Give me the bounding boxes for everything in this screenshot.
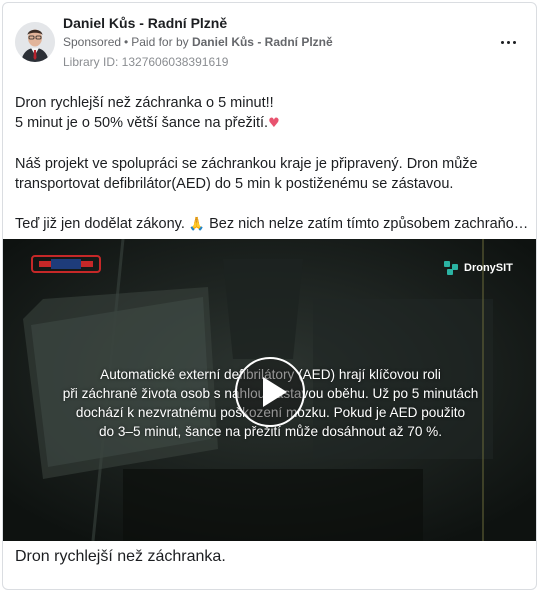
drone-logo-icon: [444, 261, 458, 275]
more-dot-icon: [506, 40, 510, 44]
post-text: Dron rychlejší než záchranka o 5 minut!!…: [15, 93, 530, 235]
profile-photo: [15, 22, 55, 62]
paid-for-prefix: Paid for by: [131, 35, 189, 49]
avatar[interactable]: [15, 22, 55, 62]
more-options-button[interactable]: [495, 33, 521, 51]
ad-card: Daniel Kůs - Radní Plzně Sponsored • Paid …: [2, 2, 537, 590]
post-line-text: 5 minut je o 50% větší šance na přežití.: [15, 115, 269, 131]
more-dot-icon: [512, 40, 516, 44]
separator-dot: •: [124, 35, 129, 49]
post-line-text: Teď již jen dodělat zákony.: [15, 216, 185, 232]
brand-name: DronySIT: [464, 262, 513, 274]
sponsored-label: Sponsored: [63, 35, 122, 49]
post-line: Teď již jen dodělat zákony. 🙏 Bez nich n…: [15, 214, 530, 235]
post-line-text: Bez nich nelze zatím tímto způsobem zach…: [209, 216, 530, 232]
post-line: Dron rychlejší než záchranka o 5 minut!!: [15, 95, 274, 111]
dronysit-logo: DronySIT: [443, 259, 513, 277]
ambulance-logo-icon: [31, 255, 101, 273]
page-name-link[interactable]: Daniel Kůs - Radní Plzně: [63, 15, 227, 31]
praying-hands-icon: 🙏: [188, 217, 206, 232]
video-player[interactable]: DronySIT Automatické externí defibriláto…: [3, 239, 536, 541]
more-dot-icon: [500, 40, 504, 44]
post-line: 5 minut je o 50% větší šance na přežití.…: [15, 113, 530, 134]
heart-icon: ♥: [268, 116, 280, 131]
video-title: Dron rychlejší než záchranka.: [15, 548, 226, 565]
play-icon: [263, 377, 287, 407]
sponsored-line: Sponsored • Paid for by Daniel Kůs - Radní…: [63, 35, 333, 49]
paid-for-name: Daniel Kůs - Radní Plzně: [191, 35, 333, 49]
play-button[interactable]: [235, 357, 305, 427]
post-line: Náš projekt ve spolupráci se záchrankou …: [15, 156, 478, 172]
post-line: transportovat defibrilátor(AED) do 5 min…: [15, 176, 454, 192]
library-id: Library ID: 1327606038391619: [63, 55, 229, 69]
